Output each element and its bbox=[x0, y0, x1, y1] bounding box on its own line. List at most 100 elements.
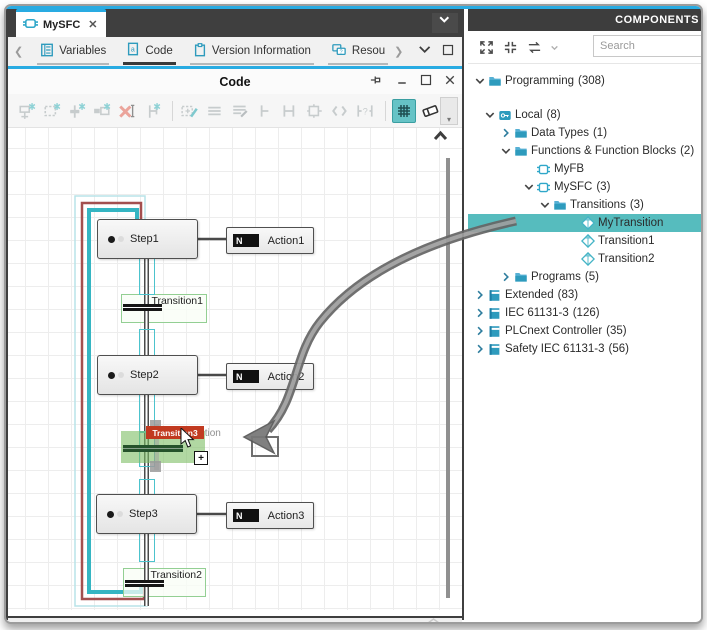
transition-icon bbox=[580, 252, 595, 266]
step2[interactable]: Step2 bbox=[97, 355, 198, 395]
book-icon bbox=[487, 343, 502, 356]
tab-resou[interactable]: ?Resou bbox=[328, 39, 388, 65]
version-info-icon bbox=[193, 43, 207, 60]
step-marker-dot bbox=[108, 236, 115, 243]
minimize-icon[interactable] bbox=[396, 74, 408, 86]
chevron-right-icon[interactable] bbox=[473, 308, 487, 319]
drag-handle-bottom[interactable] bbox=[150, 461, 161, 472]
maximize-icon[interactable] bbox=[420, 74, 432, 86]
chevron-up-icon[interactable] bbox=[433, 129, 448, 147]
chevron-right-icon[interactable] bbox=[473, 290, 487, 301]
chevron-right-icon[interactable]: ❯ bbox=[394, 45, 403, 58]
maximize-icon[interactable] bbox=[442, 44, 454, 59]
insert-action-icon[interactable] bbox=[91, 100, 113, 122]
tree-item-transition2[interactable]: Transition2 bbox=[468, 250, 703, 268]
chevron-down-icon[interactable] bbox=[548, 37, 560, 57]
app-window: MySFC ✕ ❮ Variables aCode Version Informat… bbox=[4, 4, 703, 624]
step2-label: Step2 bbox=[130, 369, 159, 381]
step1[interactable]: Step1 bbox=[97, 219, 198, 259]
insert-transition-icon[interactable] bbox=[66, 100, 88, 122]
tab-code[interactable]: aCode bbox=[123, 38, 176, 65]
tree-item-mytransition[interactable]: MyTransition bbox=[468, 214, 703, 232]
transition1-bar[interactable] bbox=[123, 304, 162, 311]
tree-item-data-types[interactable]: Data Types(1) bbox=[468, 124, 703, 142]
components-tree: Programming(308) Local(8)Data Types(1)Fun… bbox=[468, 64, 703, 358]
fb-icon bbox=[536, 181, 551, 194]
edit-icon[interactable] bbox=[179, 100, 201, 122]
action3-block[interactable]: N Action3 bbox=[226, 502, 314, 529]
chevron-right-icon[interactable] bbox=[499, 272, 513, 283]
tree-item-programming[interactable]: Programming(308) bbox=[468, 72, 703, 90]
close-icon[interactable]: ✕ bbox=[88, 18, 97, 31]
step3-label: Step3 bbox=[129, 508, 158, 520]
insert-step-icon[interactable] bbox=[41, 100, 63, 122]
tree-item-transitions[interactable]: Transitions(3) bbox=[468, 196, 703, 214]
folder-icon bbox=[487, 75, 502, 88]
tree-item-safety-iec-61131-3[interactable]: Safety IEC 61131-3(56) bbox=[468, 340, 703, 358]
comment-icon[interactable] bbox=[229, 100, 251, 122]
transition-icon bbox=[580, 234, 595, 248]
chevron-right-icon[interactable] bbox=[473, 344, 487, 355]
subtab-list: Variables aCode Version Information ?Resou bbox=[23, 38, 388, 65]
align-icon[interactable] bbox=[204, 100, 226, 122]
folder-icon bbox=[552, 199, 567, 212]
tab-version-information[interactable]: Version Information bbox=[190, 39, 314, 65]
screenshot-stage: MySFC ✕ ❮ Variables aCode Version Informat… bbox=[0, 0, 707, 630]
chevron-down-icon[interactable] bbox=[473, 76, 487, 87]
jump-icon[interactable] bbox=[329, 100, 351, 122]
chevron-down-icon bbox=[439, 14, 452, 32]
chevron-right-icon[interactable] bbox=[473, 326, 487, 337]
pin-icon[interactable] bbox=[370, 73, 384, 87]
double-branch-icon[interactable] bbox=[279, 100, 301, 122]
components-header: COMPONENTS bbox=[468, 9, 703, 31]
connection-highlight bbox=[139, 531, 155, 562]
delete-icon[interactable] bbox=[116, 100, 138, 122]
tree-item-transition1[interactable]: Transition1 bbox=[468, 232, 703, 250]
tree-item-plcnext-controller[interactable]: PLCnext Controller(35) bbox=[468, 322, 703, 340]
tree-item-myfb[interactable]: MyFB bbox=[468, 160, 703, 178]
chevron-up-icon[interactable] bbox=[427, 618, 440, 624]
sfc-canvas[interactable]: Transition1 Transition2 bbox=[8, 128, 462, 610]
conditional-jump-icon[interactable]: ? bbox=[354, 100, 376, 122]
sync-icon[interactable] bbox=[524, 37, 544, 57]
close-icon[interactable] bbox=[444, 74, 456, 86]
search-input[interactable] bbox=[593, 35, 703, 57]
chevron-down-icon[interactable] bbox=[522, 182, 536, 193]
branch-icon[interactable] bbox=[254, 100, 276, 122]
tab-mysfc[interactable]: MySFC ✕ bbox=[16, 9, 106, 37]
tree-item-programs[interactable]: Programs(5) bbox=[468, 268, 703, 286]
chevron-down-icon[interactable] bbox=[499, 146, 513, 157]
toolbar-overflow-button[interactable]: ▾ bbox=[440, 97, 458, 125]
transition2-bar[interactable] bbox=[125, 580, 164, 587]
grid-icon[interactable] bbox=[392, 99, 416, 123]
tab-variables[interactable]: Variables bbox=[37, 39, 109, 65]
collapse-all-icon[interactable] bbox=[500, 37, 520, 57]
eraser-icon[interactable] bbox=[419, 99, 441, 121]
book-icon bbox=[487, 289, 502, 302]
chevron-down-icon[interactable] bbox=[538, 200, 552, 211]
resources-icon: ? bbox=[331, 43, 347, 60]
book-icon bbox=[487, 325, 502, 338]
insert-branch-icon[interactable] bbox=[141, 100, 163, 122]
tree-item-extended[interactable]: Extended(83) bbox=[468, 286, 703, 304]
tree-item-iec-61131-3[interactable]: IEC 61131-3(126) bbox=[468, 304, 703, 322]
tree-item-mysfc[interactable]: MySFC(3) bbox=[468, 178, 703, 196]
tree-item-functions-function-blocks[interactable]: Functions & Function Blocks(2) bbox=[468, 142, 703, 160]
step3[interactable]: Step3 bbox=[96, 494, 197, 534]
chevron-left-icon[interactable]: ❮ bbox=[14, 45, 23, 58]
parallel-branch-icon[interactable] bbox=[304, 100, 326, 122]
components-panel: COMPONENTS Programming(308) Local(8)Data … bbox=[468, 9, 703, 620]
components-toolbar bbox=[468, 31, 703, 64]
expand-all-icon[interactable] bbox=[476, 37, 496, 57]
local-icon bbox=[497, 109, 512, 122]
vertical-scrollbar[interactable] bbox=[446, 158, 450, 598]
action2-block[interactable]: N Action2 bbox=[226, 363, 314, 390]
action1-block[interactable]: N Action1 bbox=[226, 227, 314, 254]
step1-label: Step1 bbox=[130, 233, 159, 245]
insert-step-transition-icon[interactable] bbox=[16, 100, 38, 122]
chevron-down-icon[interactable] bbox=[419, 44, 432, 60]
tree-item-local[interactable]: Local(8) bbox=[468, 106, 703, 124]
tab-overflow-button[interactable] bbox=[432, 13, 458, 33]
chevron-down-icon[interactable] bbox=[483, 110, 497, 121]
chevron-right-icon[interactable] bbox=[499, 128, 513, 139]
